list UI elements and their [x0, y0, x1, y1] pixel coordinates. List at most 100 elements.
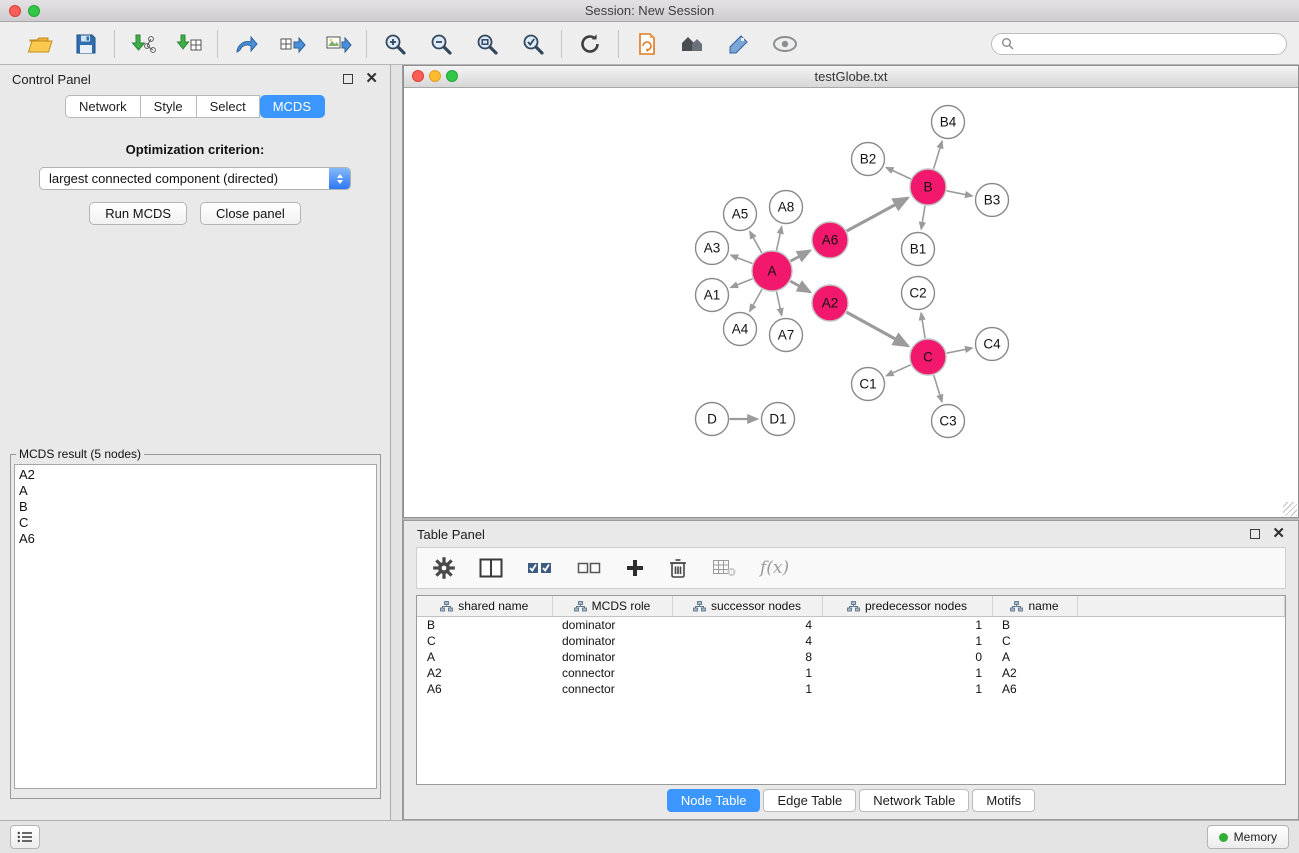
tab-edge-table[interactable]: Edge Table	[763, 789, 856, 812]
column-header-successor-nodes[interactable]: successor nodes	[672, 596, 822, 617]
graph-edge-A-A8[interactable]	[777, 227, 782, 251]
import-table-button[interactable]	[173, 28, 205, 60]
mcds-result-item[interactable]: A2	[19, 467, 372, 483]
export-image-button[interactable]	[322, 28, 354, 60]
graph-edge-B-B2[interactable]	[886, 168, 911, 180]
table-row[interactable]: Bdominator41B	[417, 617, 1285, 634]
network-window-titlebar[interactable]: testGlobe.txt	[404, 66, 1298, 88]
network-document-button[interactable]	[631, 28, 663, 60]
graph-node-B3[interactable]: B3	[976, 184, 1009, 217]
import-network-button[interactable]	[127, 28, 159, 60]
graph-node-A7[interactable]: A7	[770, 319, 803, 352]
graph-edge-A-A2[interactable]	[790, 281, 810, 292]
float-table-panel-icon[interactable]	[1250, 529, 1260, 539]
graph-edge-C-C2[interactable]	[921, 313, 925, 338]
search-input[interactable]	[1020, 36, 1277, 52]
select-all-columns-button[interactable]	[527, 560, 553, 576]
graph-node-A6[interactable]: A6	[812, 222, 848, 258]
table-row[interactable]: Adominator80A	[417, 649, 1285, 665]
mcds-result-item[interactable]: C	[19, 515, 372, 531]
tab-node-table[interactable]: Node Table	[667, 789, 761, 812]
graph-edge-A-A7[interactable]	[777, 292, 782, 316]
save-session-button[interactable]	[70, 28, 102, 60]
close-table-panel-icon[interactable]: ✕	[1272, 528, 1285, 540]
criterion-dropdown[interactable]: largest connected component (directed)	[39, 167, 351, 190]
zoom-in-button[interactable]	[379, 28, 411, 60]
close-panel-button[interactable]: Close panel	[200, 202, 301, 225]
tab-motifs[interactable]: Motifs	[972, 789, 1035, 812]
tab-mcds[interactable]: MCDS	[260, 95, 325, 118]
graph-node-A4[interactable]: A4	[724, 313, 757, 346]
graph-node-B4[interactable]: B4	[932, 106, 965, 139]
function-builder-button[interactable]: f(x)	[760, 558, 789, 578]
zoom-fit-button[interactable]	[471, 28, 503, 60]
graph-node-A1[interactable]: A1	[696, 279, 729, 312]
column-header-shared-name[interactable]: shared name	[417, 596, 552, 617]
graph-node-D1[interactable]: D1	[762, 403, 795, 436]
graph-node-B1[interactable]: B1	[902, 233, 935, 266]
zoom-network-window-button[interactable]	[446, 70, 458, 82]
graph-edge-A2-C[interactable]	[847, 312, 908, 346]
task-history-button[interactable]	[10, 825, 40, 849]
graph-edge-A6-B[interactable]	[847, 198, 908, 231]
graph-node-A3[interactable]: A3	[696, 232, 729, 265]
annotation-button[interactable]	[723, 28, 755, 60]
graph-edge-A-A6[interactable]	[791, 251, 810, 261]
zoom-out-button[interactable]	[425, 28, 457, 60]
column-header-predecessor-nodes[interactable]: predecessor nodes	[822, 596, 992, 617]
graph-edge-C-C1[interactable]	[886, 365, 910, 376]
tab-style[interactable]: Style	[141, 95, 197, 118]
graph-node-D[interactable]: D	[696, 403, 729, 436]
close-window-button[interactable]	[9, 5, 21, 17]
mcds-result-item[interactable]: B	[19, 499, 372, 515]
open-session-button[interactable]	[24, 28, 56, 60]
network-canvas[interactable]: B4 B2 B B3 A5 A8 A6 A3 B1 A C2 A1 A2 A4 A7 C4 C C1 C3 D D1	[404, 88, 1298, 517]
graph-node-A5[interactable]: A5	[724, 198, 757, 231]
graph-node-C3[interactable]: C3	[932, 405, 965, 438]
apply-layout-button[interactable]	[574, 28, 606, 60]
export-table-button[interactable]	[276, 28, 308, 60]
graph-edge-B-B1[interactable]	[921, 206, 925, 229]
graph-node-A8[interactable]: A8	[770, 191, 803, 224]
table-row[interactable]: A6connector11A6	[417, 681, 1285, 697]
graph-edge-A-A1[interactable]	[731, 279, 753, 288]
graph-node-C1[interactable]: C1	[852, 368, 885, 401]
graph-node-A2[interactable]: A2	[812, 285, 848, 321]
graph-node-C[interactable]: C	[910, 339, 946, 375]
column-header-name[interactable]: name	[992, 596, 1077, 617]
mcds-result-item[interactable]: A6	[19, 531, 372, 547]
graph-node-B2[interactable]: B2	[852, 143, 885, 176]
mcds-result-item[interactable]: A	[19, 483, 372, 499]
graph-node-C4[interactable]: C4	[976, 328, 1009, 361]
graph-edge-C-C3[interactable]	[934, 375, 942, 402]
table-row[interactable]: A2connector11A2	[417, 665, 1285, 681]
graph-node-B[interactable]: B	[910, 169, 946, 205]
graph-node-A[interactable]: A	[752, 251, 792, 291]
graph-edge-B-B3[interactable]	[947, 191, 973, 196]
graph-edge-A-A5[interactable]	[750, 232, 762, 253]
delete-column-button[interactable]	[668, 557, 688, 579]
panel-splitter[interactable]	[391, 65, 403, 820]
show-column-button[interactable]	[479, 558, 503, 578]
graph-edge-A-A3[interactable]	[731, 255, 753, 263]
graph-edge-C-C4[interactable]	[947, 348, 973, 353]
close-network-window-button[interactable]	[412, 70, 424, 82]
tab-network-table[interactable]: Network Table	[859, 789, 969, 812]
close-panel-icon[interactable]: ✕	[365, 73, 378, 85]
create-column-button[interactable]	[626, 559, 644, 577]
delete-table-button[interactable]	[712, 559, 736, 577]
mcds-result-list[interactable]: A2ABCA6	[14, 464, 377, 789]
zoom-window-button[interactable]	[28, 5, 40, 17]
graph-edge-A-A4[interactable]	[750, 289, 762, 311]
unselect-all-columns-button[interactable]	[577, 560, 602, 576]
table-row[interactable]: Cdominator41C	[417, 633, 1285, 649]
search-box[interactable]	[991, 33, 1287, 55]
graph-node-C2[interactable]: C2	[902, 277, 935, 310]
export-network-button[interactable]	[230, 28, 262, 60]
float-panel-icon[interactable]	[343, 74, 353, 84]
tab-select[interactable]: Select	[197, 95, 260, 118]
tab-network[interactable]: Network	[65, 95, 141, 118]
graphics-details-button[interactable]	[769, 28, 801, 60]
column-header-mcds-role[interactable]: MCDS role	[552, 596, 672, 617]
run-mcds-button[interactable]: Run MCDS	[89, 202, 187, 225]
